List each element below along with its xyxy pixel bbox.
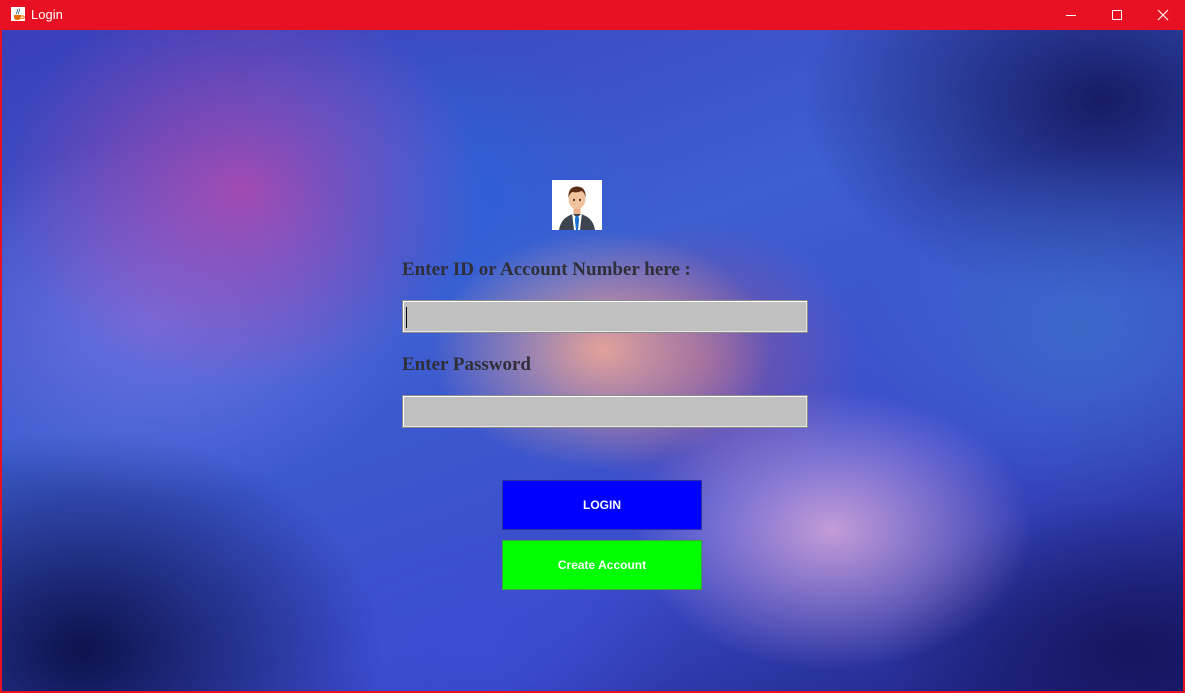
window-title: Login: [31, 7, 63, 22]
text-caret: [406, 307, 407, 328]
id-label: Enter ID or Account Number here :: [402, 259, 691, 280]
java-cup-icon: [10, 6, 26, 22]
title-bar[interactable]: Login: [0, 0, 1185, 30]
login-panel: Enter ID or Account Number here : Enter …: [2, 30, 1183, 691]
maximize-button[interactable]: [1094, 0, 1140, 30]
id-input[interactable]: [402, 300, 808, 333]
close-icon: [1157, 9, 1169, 21]
close-button[interactable]: [1140, 0, 1185, 30]
create-account-button[interactable]: Create Account: [502, 540, 702, 590]
login-button[interactable]: LOGIN: [502, 480, 702, 530]
minimize-icon: [1066, 15, 1076, 16]
user-avatar-icon: [552, 180, 602, 230]
maximize-icon: [1112, 10, 1122, 20]
password-input[interactable]: [402, 395, 808, 428]
minimize-button[interactable]: [1048, 0, 1094, 30]
password-label: Enter Password: [402, 354, 531, 375]
